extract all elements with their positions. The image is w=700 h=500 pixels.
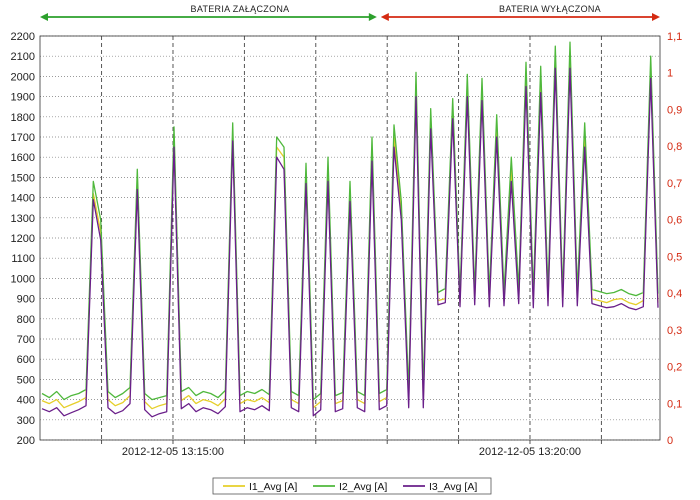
chart: BATERIA ZAŁĄCZONA BATERIA WYŁĄCZONA 200 3… xyxy=(11,4,682,495)
banner-left-label: BATERIA ZAŁĄCZONA xyxy=(191,4,290,14)
legend: I1_Avg [A] I2_Avg [A] I3_Avg [A] xyxy=(212,477,492,495)
banner-right-label: BATERIA WYŁĄCZONA xyxy=(499,4,601,14)
y-right-tick-label: 0,9 xyxy=(667,104,682,116)
y-left-tick-label: 1000 xyxy=(11,273,35,285)
y-left-tick-label: 600 xyxy=(17,354,35,366)
y-left-tick-label: 1300 xyxy=(11,213,35,225)
y-left-tick-label: 2000 xyxy=(11,71,35,83)
y-left-tick-label: 400 xyxy=(17,395,35,407)
y-left-tick-label: 1700 xyxy=(11,132,35,144)
y-left-tick-label: 1400 xyxy=(11,193,35,205)
y-left-tick-label: 1100 xyxy=(11,253,35,265)
gridlines xyxy=(40,35,660,441)
y-right-tick-label: 0,4 xyxy=(667,288,682,300)
y-left-tick-label: 500 xyxy=(17,374,35,386)
y-right-tick-label: 0 xyxy=(667,435,673,447)
series-layer xyxy=(41,41,659,418)
y-left-tick-label: 2100 xyxy=(11,51,35,63)
y-right-tick-label: 0,3 xyxy=(667,325,682,337)
y-right-tick-label: 0,7 xyxy=(667,178,682,190)
y-left-tick-label: 1500 xyxy=(11,172,35,184)
y-right-tick-label: 1 xyxy=(667,68,673,80)
y-right-tick-label: 0,5 xyxy=(667,251,682,263)
y-right-tick-label: 1,1 xyxy=(667,31,682,43)
banner-right-arrow xyxy=(380,13,660,21)
axes xyxy=(39,35,661,444)
y-left-tick-label: 2200 xyxy=(11,31,35,43)
y-left-tick-label: 200 xyxy=(17,435,35,447)
y-left-tick-label: 300 xyxy=(17,415,35,427)
y-right-tick-label: 0,1 xyxy=(667,398,682,410)
y-left-tick-label: 1800 xyxy=(11,112,35,124)
y-left-tick-label: 900 xyxy=(17,294,35,306)
legend-label: I3_Avg [A] xyxy=(429,481,477,493)
y-right-tick-label: 0,2 xyxy=(667,362,682,374)
banner-left-arrow xyxy=(40,13,377,21)
y-left-tick-label: 800 xyxy=(17,314,35,326)
y-right-tick-label: 0,8 xyxy=(667,141,682,153)
legend-label: I2_Avg [A] xyxy=(339,481,387,493)
y-right-tick-label: 0,6 xyxy=(667,215,682,227)
x-tick-label: 2012-12-05 13:20:00 xyxy=(479,446,581,458)
y-left-tick-label: 1900 xyxy=(11,92,35,104)
legend-label: I1_Avg [A] xyxy=(249,481,297,493)
y-left-tick-label: 700 xyxy=(17,334,35,346)
banner-layer: BATERIA ZAŁĄCZONA BATERIA WYŁĄCZONA xyxy=(40,4,660,21)
y-left-tick-label: 1200 xyxy=(11,233,35,245)
y-left-tick-label: 1600 xyxy=(11,152,35,164)
x-tick-label: 2012-12-05 13:15:00 xyxy=(122,446,224,458)
